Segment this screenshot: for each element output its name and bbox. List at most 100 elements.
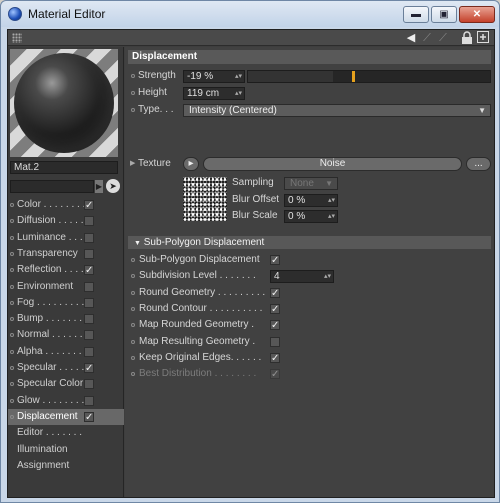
collapse-arrow-icon[interactable]: ▼	[134, 240, 141, 247]
channel-checkbox[interactable]	[84, 379, 94, 390]
channel-item[interactable]: Diffusion . . . . .	[8, 213, 124, 229]
type-dropdown[interactable]: Intensity (Centered) ▼	[183, 104, 491, 117]
spinner-icon[interactable]: ▴▾	[235, 88, 242, 99]
sampling-dropdown[interactable]: None ▼	[284, 177, 338, 190]
anim-dot-icon[interactable]	[131, 91, 135, 95]
close-button[interactable]: ✕	[459, 6, 495, 23]
blur-scale-field[interactable]: 0 % ▴▾	[284, 210, 338, 223]
channel-item[interactable]: Normal . . . . . . .	[8, 327, 124, 343]
channel-item[interactable]: Environment	[8, 279, 124, 295]
maximize-button[interactable]: ▣	[431, 6, 457, 23]
subpoly-checkbox[interactable]: ✓	[270, 320, 280, 331]
spinner-icon[interactable]: ▴▾	[235, 71, 242, 82]
attributes-panel: Displacement Strength -19 % ▴▾ Height 119…	[125, 47, 494, 497]
sidebar-extra-item[interactable]: Illumination	[8, 442, 124, 458]
texture-shader-button[interactable]: Noise	[203, 157, 462, 171]
channel-item[interactable]: Color . . . . . . . . ✓	[8, 197, 124, 213]
subpoly-checkbox[interactable]: ✓	[270, 369, 280, 380]
spinner-icon[interactable]: ▴▾	[324, 271, 331, 282]
anim-dot-icon[interactable]	[131, 339, 135, 344]
minimize-button[interactable]: ▬	[403, 6, 429, 23]
subpoly-section-header[interactable]: ▼ Sub-Polygon Displacement	[128, 236, 491, 249]
channel-checkbox[interactable]: ✓	[84, 411, 94, 422]
sidebar-extra-item[interactable]: Assignment	[8, 458, 124, 474]
texture-label: ▶ Texture	[130, 157, 171, 171]
type-label: Type. . .	[128, 103, 178, 117]
title-bar[interactable]: Material Editor ▬ ▣ ✕	[1, 1, 499, 27]
sidebar-extra-item[interactable]: Editor . . . . . . .	[8, 425, 124, 441]
anim-dot-icon[interactable]	[131, 74, 135, 78]
channel-dot-icon	[10, 284, 14, 289]
picker-arrow-icon[interactable]: ➤	[106, 179, 120, 193]
channel-checkbox[interactable]	[84, 314, 94, 325]
filter-arrow-icon[interactable]: ▶	[95, 180, 103, 193]
channel-checkbox[interactable]: ✓	[84, 200, 94, 211]
grip-icon[interactable]	[12, 33, 22, 43]
channel-checkbox[interactable]	[84, 248, 94, 259]
anim-dot-icon[interactable]	[131, 274, 135, 279]
strength-field[interactable]: -19 % ▴▾	[183, 70, 245, 83]
arrow-right-icon[interactable]: ⟋	[436, 31, 450, 45]
material-preview[interactable]	[10, 49, 118, 157]
channel-item[interactable]: Specular . . . . . ✓	[8, 360, 124, 376]
material-name-field[interactable]: Mat.2	[10, 161, 118, 174]
anim-dot-icon[interactable]	[131, 306, 135, 311]
channel-checkbox[interactable]	[84, 395, 94, 406]
subpoly-checkbox[interactable]	[270, 336, 280, 347]
anim-dot-icon[interactable]	[131, 290, 135, 295]
material-editor-window: Material Editor ▬ ▣ ✕ ◀ ⟋ ⟋ Mat.2 ▶ ➤ Co…	[0, 0, 500, 503]
channel-item[interactable]: Fog . . . . . . . . .	[8, 295, 124, 311]
arrow-up-icon[interactable]: ⟋	[420, 31, 434, 45]
subpoly-checkbox[interactable]: ✓	[270, 303, 280, 314]
channel-checkbox[interactable]	[84, 281, 94, 292]
channel-checkbox[interactable]	[84, 297, 94, 308]
anim-dot-icon[interactable]	[131, 355, 135, 360]
subpoly-checkbox[interactable]: ✓	[270, 352, 280, 363]
channel-item[interactable]: Reflection . . . . ✓	[8, 262, 124, 278]
channel-checkbox[interactable]	[84, 346, 94, 357]
texture-menu-button[interactable]: ▸	[183, 157, 199, 171]
arrow-left-icon[interactable]: ◀	[404, 31, 418, 45]
slider-fill	[248, 71, 333, 82]
anim-dot-icon[interactable]	[131, 108, 135, 112]
channel-item[interactable]: Bump . . . . . . . .	[8, 311, 124, 327]
spinner-icon[interactable]: ▴▾	[328, 211, 335, 222]
spinner-icon[interactable]: ▴▾	[328, 195, 335, 206]
texture-more-button[interactable]: ...	[466, 157, 491, 171]
channel-dot-icon	[10, 414, 14, 419]
window-title: Material Editor	[28, 7, 106, 21]
channel-checkbox[interactable]: ✓	[84, 265, 94, 276]
channel-checkbox[interactable]	[84, 330, 94, 341]
new-panel-icon[interactable]	[476, 31, 490, 45]
anim-dot-icon[interactable]	[131, 323, 135, 328]
anim-dot-icon[interactable]	[131, 372, 135, 377]
channel-label: Specular . . . . .	[17, 362, 85, 373]
channel-checkbox[interactable]	[84, 216, 94, 227]
channel-checkbox[interactable]: ✓	[84, 363, 94, 374]
material-filter-field[interactable]	[10, 180, 94, 193]
subpoly-label: Keep Original Edges. . . . . .	[139, 351, 262, 363]
channel-checkbox[interactable]	[84, 232, 94, 243]
subpoly-row: Keep Original Edges. . . . . . ✓	[128, 351, 488, 365]
noise-texture-preview[interactable]	[183, 177, 227, 221]
lock-icon[interactable]	[460, 31, 474, 45]
height-field[interactable]: 119 cm ▴▾	[183, 87, 245, 100]
subpoly-checkbox[interactable]: ✓	[270, 255, 280, 266]
height-label: Height	[128, 86, 178, 100]
anim-dot-icon[interactable]	[131, 258, 135, 262]
subpoly-checkbox[interactable]: ✓	[270, 287, 280, 298]
blur-offset-label: Blur Offset	[232, 194, 280, 205]
channel-item[interactable]: Transparency	[8, 246, 124, 262]
subdivision-level-field[interactable]: 4 ▴▾	[270, 270, 334, 284]
channel-item[interactable]: Alpha . . . . . . . .	[8, 344, 124, 360]
slider-handle[interactable]	[352, 71, 356, 82]
subpoly-row: Round Geometry . . . . . . . . . ✓	[128, 286, 488, 300]
channel-item[interactable]: Displacement ✓	[8, 408, 124, 425]
channel-item[interactable]: Luminance . . . .	[8, 230, 124, 246]
blur-offset-field[interactable]: 0 % ▴▾	[284, 194, 338, 207]
channel-item[interactable]: Glow . . . . . . . . .	[8, 393, 124, 409]
strength-slider[interactable]	[247, 70, 491, 83]
channel-item[interactable]: Specular Color	[8, 376, 124, 392]
dropdown-caret-icon: ▼	[325, 179, 333, 188]
expand-arrow-icon[interactable]: ▶	[130, 157, 135, 171]
